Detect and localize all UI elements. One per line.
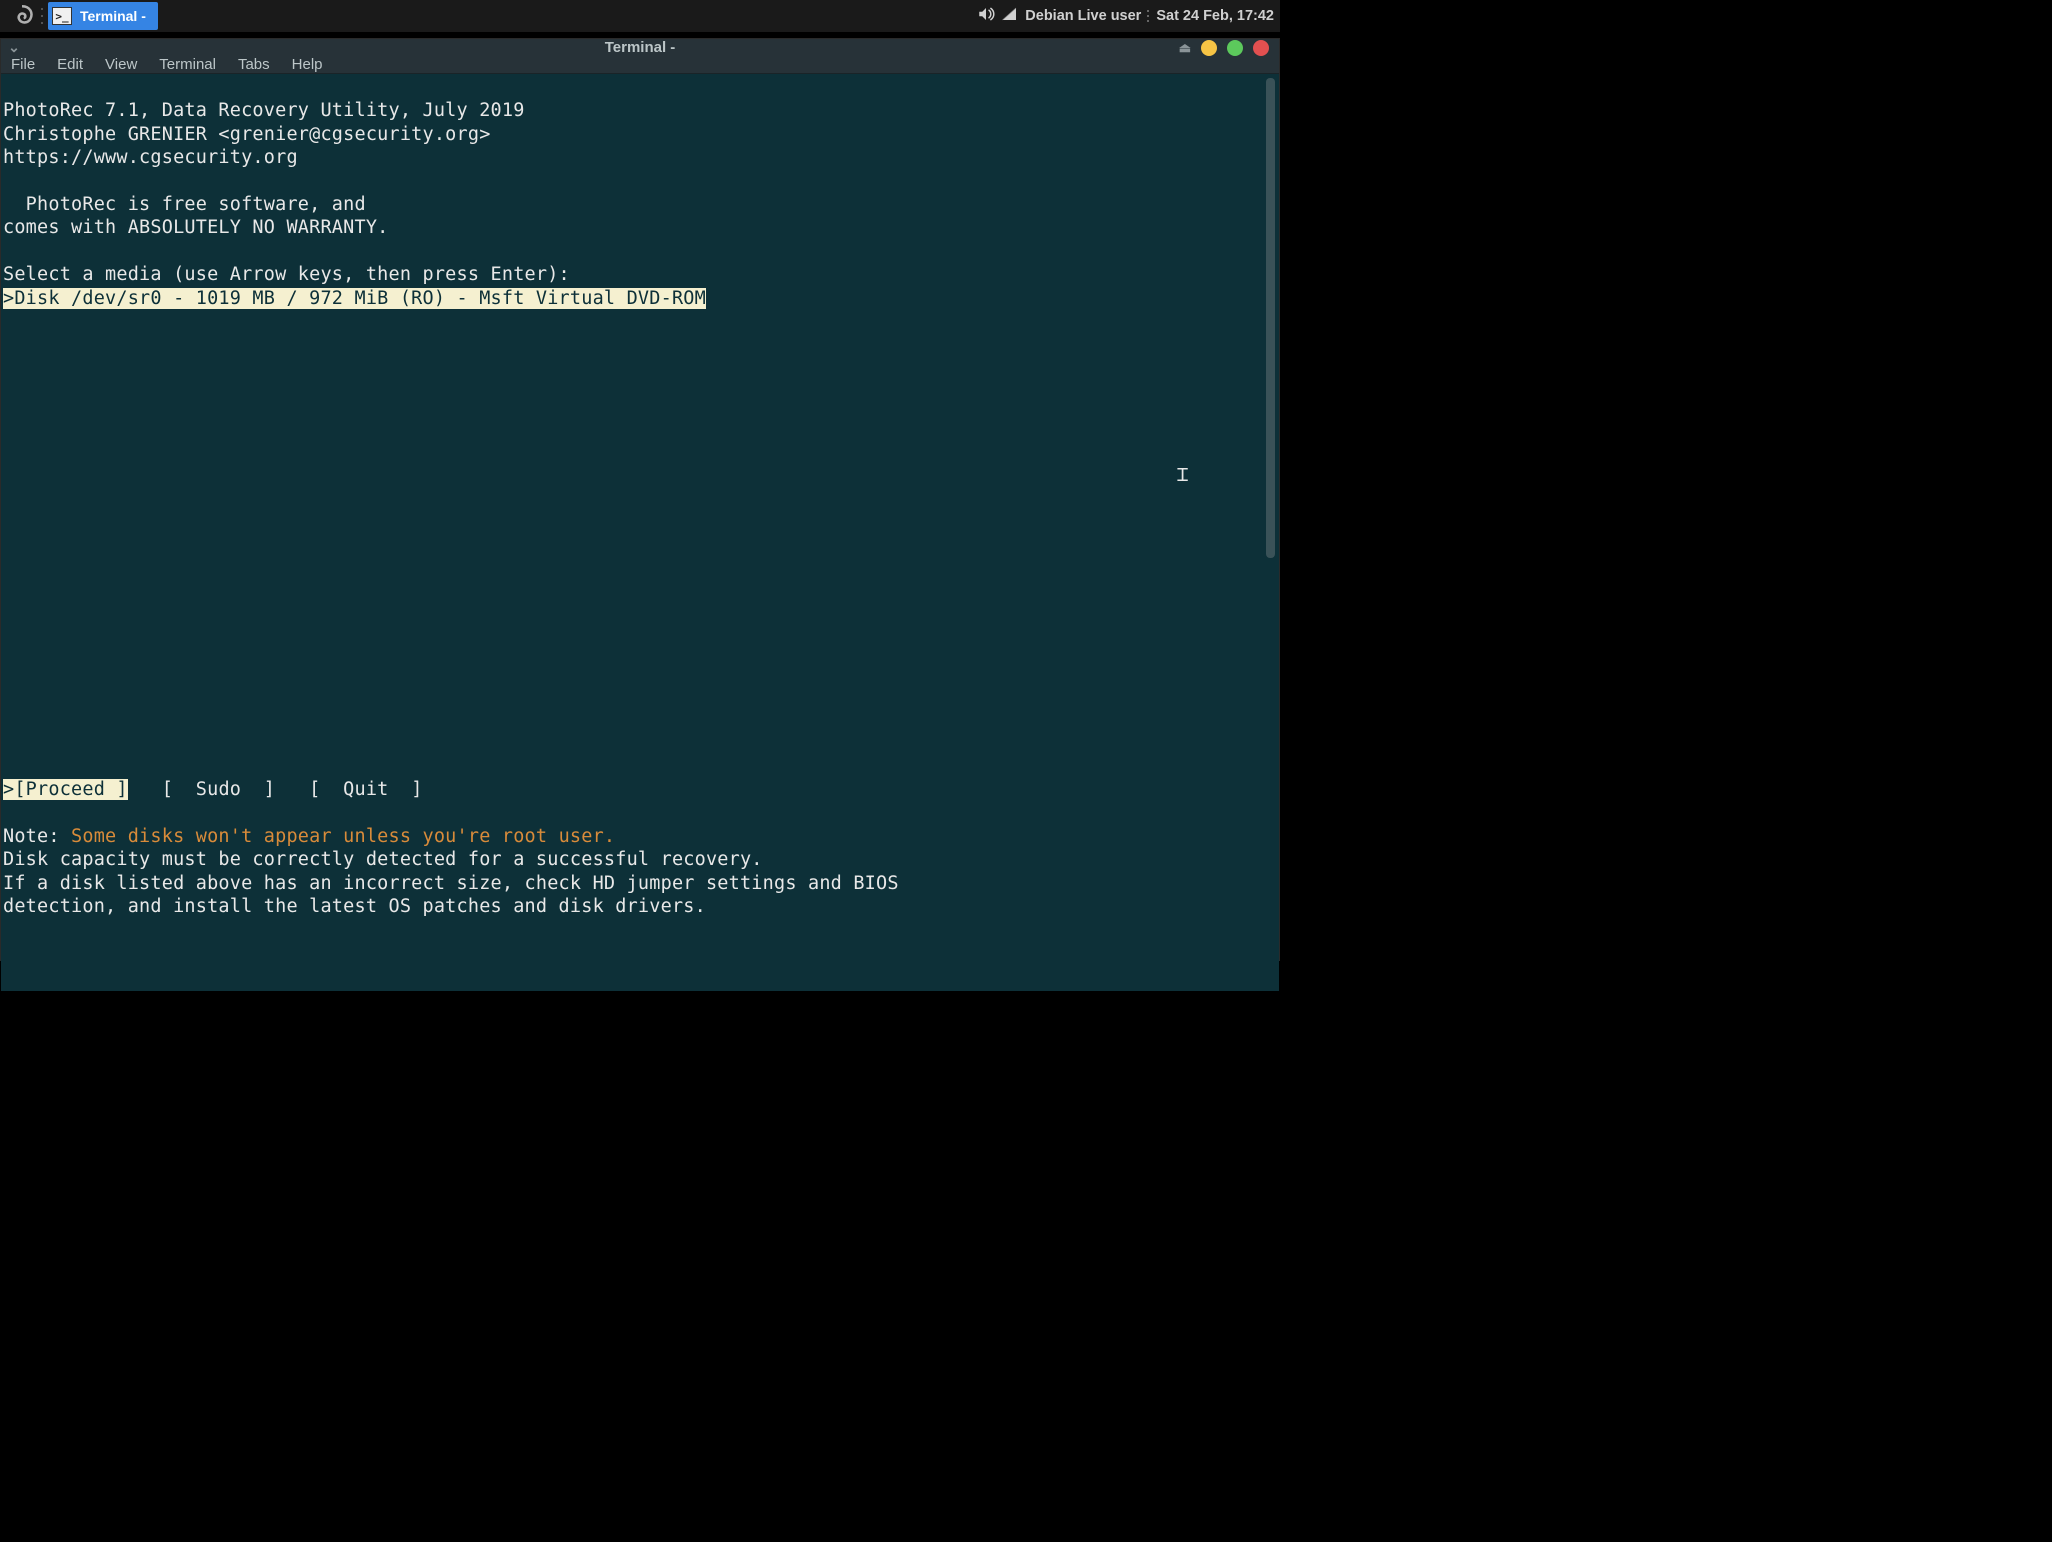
- menu-help[interactable]: Help: [292, 56, 323, 73]
- menu-edit[interactable]: Edit: [57, 56, 83, 73]
- maximize-button[interactable]: [1227, 40, 1243, 56]
- option-quit[interactable]: [ Quit ]: [309, 779, 422, 800]
- note-label: Note:: [3, 826, 71, 847]
- option-sudo[interactable]: [ Sudo ]: [162, 779, 275, 800]
- panel-separator-icon: [1147, 8, 1150, 24]
- panel-tray: Debian Live user Sat 24 Feb, 17:42: [977, 5, 1280, 27]
- terminal-line: Christophe GRENIER <grenier@cgsecurity.o…: [3, 124, 491, 145]
- panel-datetime[interactable]: Sat 24 Feb, 17:42: [1156, 8, 1274, 24]
- panel-user-label[interactable]: Debian Live user: [1025, 8, 1141, 24]
- note-warning: Some disks won't appear unless you're ro…: [71, 826, 615, 847]
- terminal-line: PhotoRec is free software, and: [3, 194, 366, 215]
- menubar: File Edit View Terminal Tabs Help: [1, 56, 1279, 74]
- volume-icon[interactable]: [977, 5, 995, 27]
- selected-disk-row[interactable]: >Disk /dev/sr0 - 1019 MB / 972 MiB (RO) …: [3, 288, 706, 309]
- minimize-button[interactable]: [1201, 40, 1217, 56]
- terminal-line: detection, and install the latest OS pat…: [3, 896, 706, 917]
- text-cursor-icon: Ꮖ: [1177, 464, 1187, 484]
- top-panel: >_ Terminal - Debian Live user Sat 24 Fe…: [0, 0, 1280, 32]
- taskbar-label: Terminal -: [80, 8, 146, 24]
- menu-view[interactable]: View: [105, 56, 137, 73]
- terminal-line: PhotoRec 7.1, Data Recovery Utility, Jul…: [3, 100, 525, 121]
- terminal-line: https://www.cgsecurity.org: [3, 147, 298, 168]
- terminal-window: ⌄ Terminal - ⏏ File Edit View Terminal T…: [0, 38, 1280, 961]
- option-proceed[interactable]: >[Proceed ]: [3, 779, 128, 800]
- eject-icon[interactable]: ⏏: [1179, 40, 1191, 56]
- menu-file[interactable]: File: [11, 56, 35, 73]
- terminal-icon: >_: [52, 7, 72, 25]
- terminal-line: Disk capacity must be correctly detected…: [3, 849, 763, 870]
- chevron-down-icon[interactable]: ⌄: [1, 39, 21, 56]
- menu-terminal[interactable]: Terminal: [159, 56, 216, 73]
- menu-tabs[interactable]: Tabs: [238, 56, 270, 73]
- debian-logo-icon[interactable]: [8, 2, 36, 30]
- terminal-line: If a disk listed above has an incorrect …: [3, 873, 899, 894]
- titlebar[interactable]: ⌄ Terminal - ⏏: [1, 39, 1279, 56]
- taskbar-terminal-button[interactable]: >_ Terminal -: [48, 2, 158, 30]
- panel-separator-icon: [40, 6, 44, 26]
- network-icon[interactable]: [1001, 5, 1019, 27]
- terminal-body[interactable]: PhotoRec 7.1, Data Recovery Utility, Jul…: [1, 74, 1279, 991]
- window-title: Terminal -: [605, 39, 676, 56]
- terminal-line: Select a media (use Arrow keys, then pre…: [3, 264, 570, 285]
- terminal-line: comes with ABSOLUTELY NO WARRANTY.: [3, 217, 389, 238]
- scrollbar[interactable]: [1266, 78, 1275, 558]
- close-button[interactable]: [1253, 40, 1269, 56]
